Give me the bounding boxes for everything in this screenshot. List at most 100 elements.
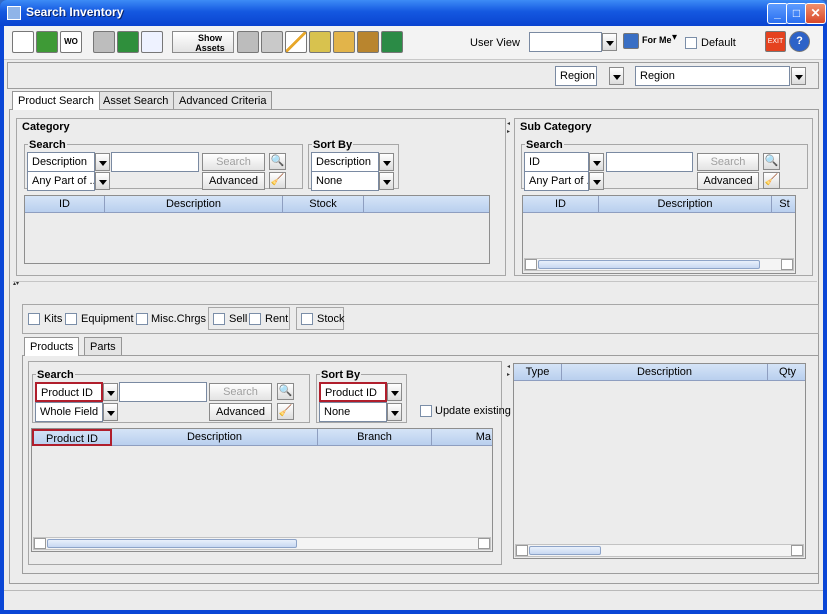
category-search-field-select[interactable]: Description bbox=[27, 152, 95, 172]
subcategory-search-input[interactable] bbox=[606, 152, 693, 172]
detail-col-qty[interactable]: Qty bbox=[768, 364, 805, 381]
show-assets-button[interactable]: Show Assets bbox=[172, 31, 234, 53]
subcategory-search-field-select[interactable]: ID bbox=[524, 152, 589, 172]
category-advanced-button[interactable]: Advanced bbox=[202, 172, 265, 190]
tab-asset-search[interactable]: Asset Search bbox=[97, 91, 175, 109]
misc-charges-checkbox[interactable] bbox=[136, 313, 148, 325]
scroll-right-icon[interactable] bbox=[781, 259, 793, 270]
products-sort-dropdown-2[interactable] bbox=[387, 403, 402, 421]
vertical-splitter[interactable]: ◂ ▸ bbox=[507, 120, 513, 273]
category-clear-icon[interactable]: 🧹 bbox=[269, 172, 286, 189]
products-match-select[interactable]: Whole Field bbox=[35, 402, 103, 422]
subcategory-advanced-button[interactable]: Advanced bbox=[697, 172, 759, 190]
scroll-left-icon[interactable] bbox=[34, 538, 46, 549]
category-sort-dropdown-1[interactable] bbox=[379, 153, 394, 171]
subcategory-match-select[interactable]: Any Part of ... bbox=[524, 171, 589, 191]
products-search-field-dropdown[interactable] bbox=[103, 383, 118, 401]
products-sort-select-2[interactable]: None bbox=[319, 402, 387, 422]
detail-col-type[interactable]: Type bbox=[514, 364, 562, 381]
subcategory-horizontal-scrollbar[interactable] bbox=[524, 258, 794, 271]
category-find-icon[interactable]: 🔍 bbox=[269, 153, 286, 170]
subcategory-col-description[interactable]: Description bbox=[599, 196, 772, 213]
save-icon[interactable] bbox=[623, 33, 639, 49]
products-col-description[interactable]: Description bbox=[112, 429, 318, 446]
category-match-select[interactable]: Any Part of ... bbox=[27, 171, 95, 191]
update-existing-checkbox[interactable] bbox=[420, 405, 432, 417]
products-search-input[interactable] bbox=[119, 382, 207, 402]
subcategory-clear-icon[interactable]: 🧹 bbox=[763, 172, 780, 189]
region-dropdown-2[interactable] bbox=[791, 67, 806, 85]
tab-advanced-criteria[interactable]: Advanced Criteria bbox=[173, 91, 273, 109]
maximize-button[interactable]: □ bbox=[786, 3, 807, 24]
region-dropdown-1[interactable] bbox=[609, 67, 624, 85]
category-col-id[interactable]: ID bbox=[25, 196, 105, 213]
for-me-label[interactable]: For Me bbox=[642, 35, 672, 45]
dollar-icon[interactable] bbox=[309, 31, 331, 53]
work-order-icon[interactable]: WO bbox=[60, 31, 82, 53]
price-icon[interactable] bbox=[117, 31, 139, 53]
products-search-field-select[interactable]: Product ID bbox=[35, 382, 103, 402]
category-search-button[interactable]: Search bbox=[202, 153, 265, 171]
title-bar[interactable]: Search Inventory _ □ ✕ bbox=[0, 0, 827, 26]
copy-icon[interactable] bbox=[93, 31, 115, 53]
subcategory-search-field-dropdown[interactable] bbox=[589, 153, 604, 171]
people-icon[interactable] bbox=[333, 31, 355, 53]
category-sort-select-2[interactable]: None bbox=[311, 171, 379, 191]
for-me-dropdown-icon[interactable]: ▾ bbox=[672, 32, 677, 43]
help-icon[interactable]: ? bbox=[789, 31, 810, 52]
products-horizontal-scrollbar[interactable] bbox=[33, 537, 491, 550]
category-col-stock[interactable]: Stock bbox=[283, 196, 364, 213]
grid-icon[interactable] bbox=[261, 31, 283, 53]
calendar-icon[interactable] bbox=[141, 31, 163, 53]
stock-checkbox[interactable] bbox=[301, 313, 313, 325]
category-sort-dropdown-2[interactable] bbox=[379, 172, 394, 190]
tab-parts[interactable]: Parts bbox=[84, 337, 122, 355]
products-clear-icon[interactable]: 🧹 bbox=[277, 403, 294, 420]
products-advanced-button[interactable]: Advanced bbox=[209, 403, 272, 421]
exit-icon[interactable]: EXIT bbox=[765, 31, 786, 52]
book-icon[interactable] bbox=[381, 31, 403, 53]
products-match-dropdown[interactable] bbox=[103, 403, 118, 421]
user-view-dropdown[interactable] bbox=[602, 33, 617, 51]
detail-horizontal-scrollbar[interactable] bbox=[515, 544, 804, 557]
minimize-button[interactable]: _ bbox=[767, 3, 788, 24]
category-match-dropdown[interactable] bbox=[95, 172, 110, 190]
query-icon[interactable] bbox=[12, 31, 34, 53]
tab-product-search[interactable]: Product Search bbox=[12, 91, 100, 110]
category-col-description[interactable]: Description bbox=[105, 196, 283, 213]
products-sort-select-1[interactable]: Product ID bbox=[319, 382, 387, 402]
products-col-product-id[interactable]: Product ID bbox=[32, 429, 112, 446]
detail-col-description[interactable]: Description bbox=[562, 364, 768, 381]
asset-icon[interactable] bbox=[237, 31, 259, 53]
scroll-right-icon[interactable] bbox=[478, 538, 490, 549]
scroll-thumb[interactable] bbox=[47, 539, 297, 548]
products-col-branch[interactable]: Branch bbox=[318, 429, 432, 446]
category-search-field-dropdown[interactable] bbox=[95, 153, 110, 171]
kits-checkbox[interactable] bbox=[28, 313, 40, 325]
scroll-left-icon[interactable] bbox=[525, 259, 537, 270]
sell-checkbox[interactable] bbox=[213, 313, 225, 325]
region-selector-2[interactable]: Region bbox=[635, 66, 790, 86]
rent-checkbox[interactable] bbox=[249, 313, 261, 325]
report-icon[interactable] bbox=[36, 31, 58, 53]
scroll-thumb[interactable] bbox=[529, 546, 601, 555]
subcategory-match-dropdown[interactable] bbox=[589, 172, 604, 190]
subcategory-search-button[interactable]: Search bbox=[697, 153, 759, 171]
default-checkbox[interactable] bbox=[685, 37, 697, 49]
pencil-icon[interactable] bbox=[285, 31, 307, 53]
close-button[interactable]: ✕ bbox=[805, 3, 826, 24]
tab-products[interactable]: Products bbox=[24, 337, 80, 356]
category-sort-select-1[interactable]: Description bbox=[311, 152, 379, 172]
region-selector-1[interactable]: Region bbox=[555, 66, 597, 86]
category-search-input[interactable] bbox=[111, 152, 199, 172]
horizontal-splitter[interactable]: ▴▾ bbox=[13, 281, 817, 287]
products-search-button[interactable]: Search bbox=[209, 383, 272, 401]
scroll-left-icon[interactable] bbox=[516, 545, 528, 556]
products-col-ma[interactable]: Ma bbox=[432, 429, 492, 446]
products-find-icon[interactable]: 🔍 bbox=[277, 383, 294, 400]
subcategory-col-stock[interactable]: St bbox=[772, 196, 795, 213]
scroll-right-icon[interactable] bbox=[791, 545, 803, 556]
user-view-field[interactable] bbox=[529, 32, 602, 52]
subcategory-col-id[interactable]: ID bbox=[523, 196, 599, 213]
products-sort-dropdown-1[interactable] bbox=[387, 383, 402, 401]
